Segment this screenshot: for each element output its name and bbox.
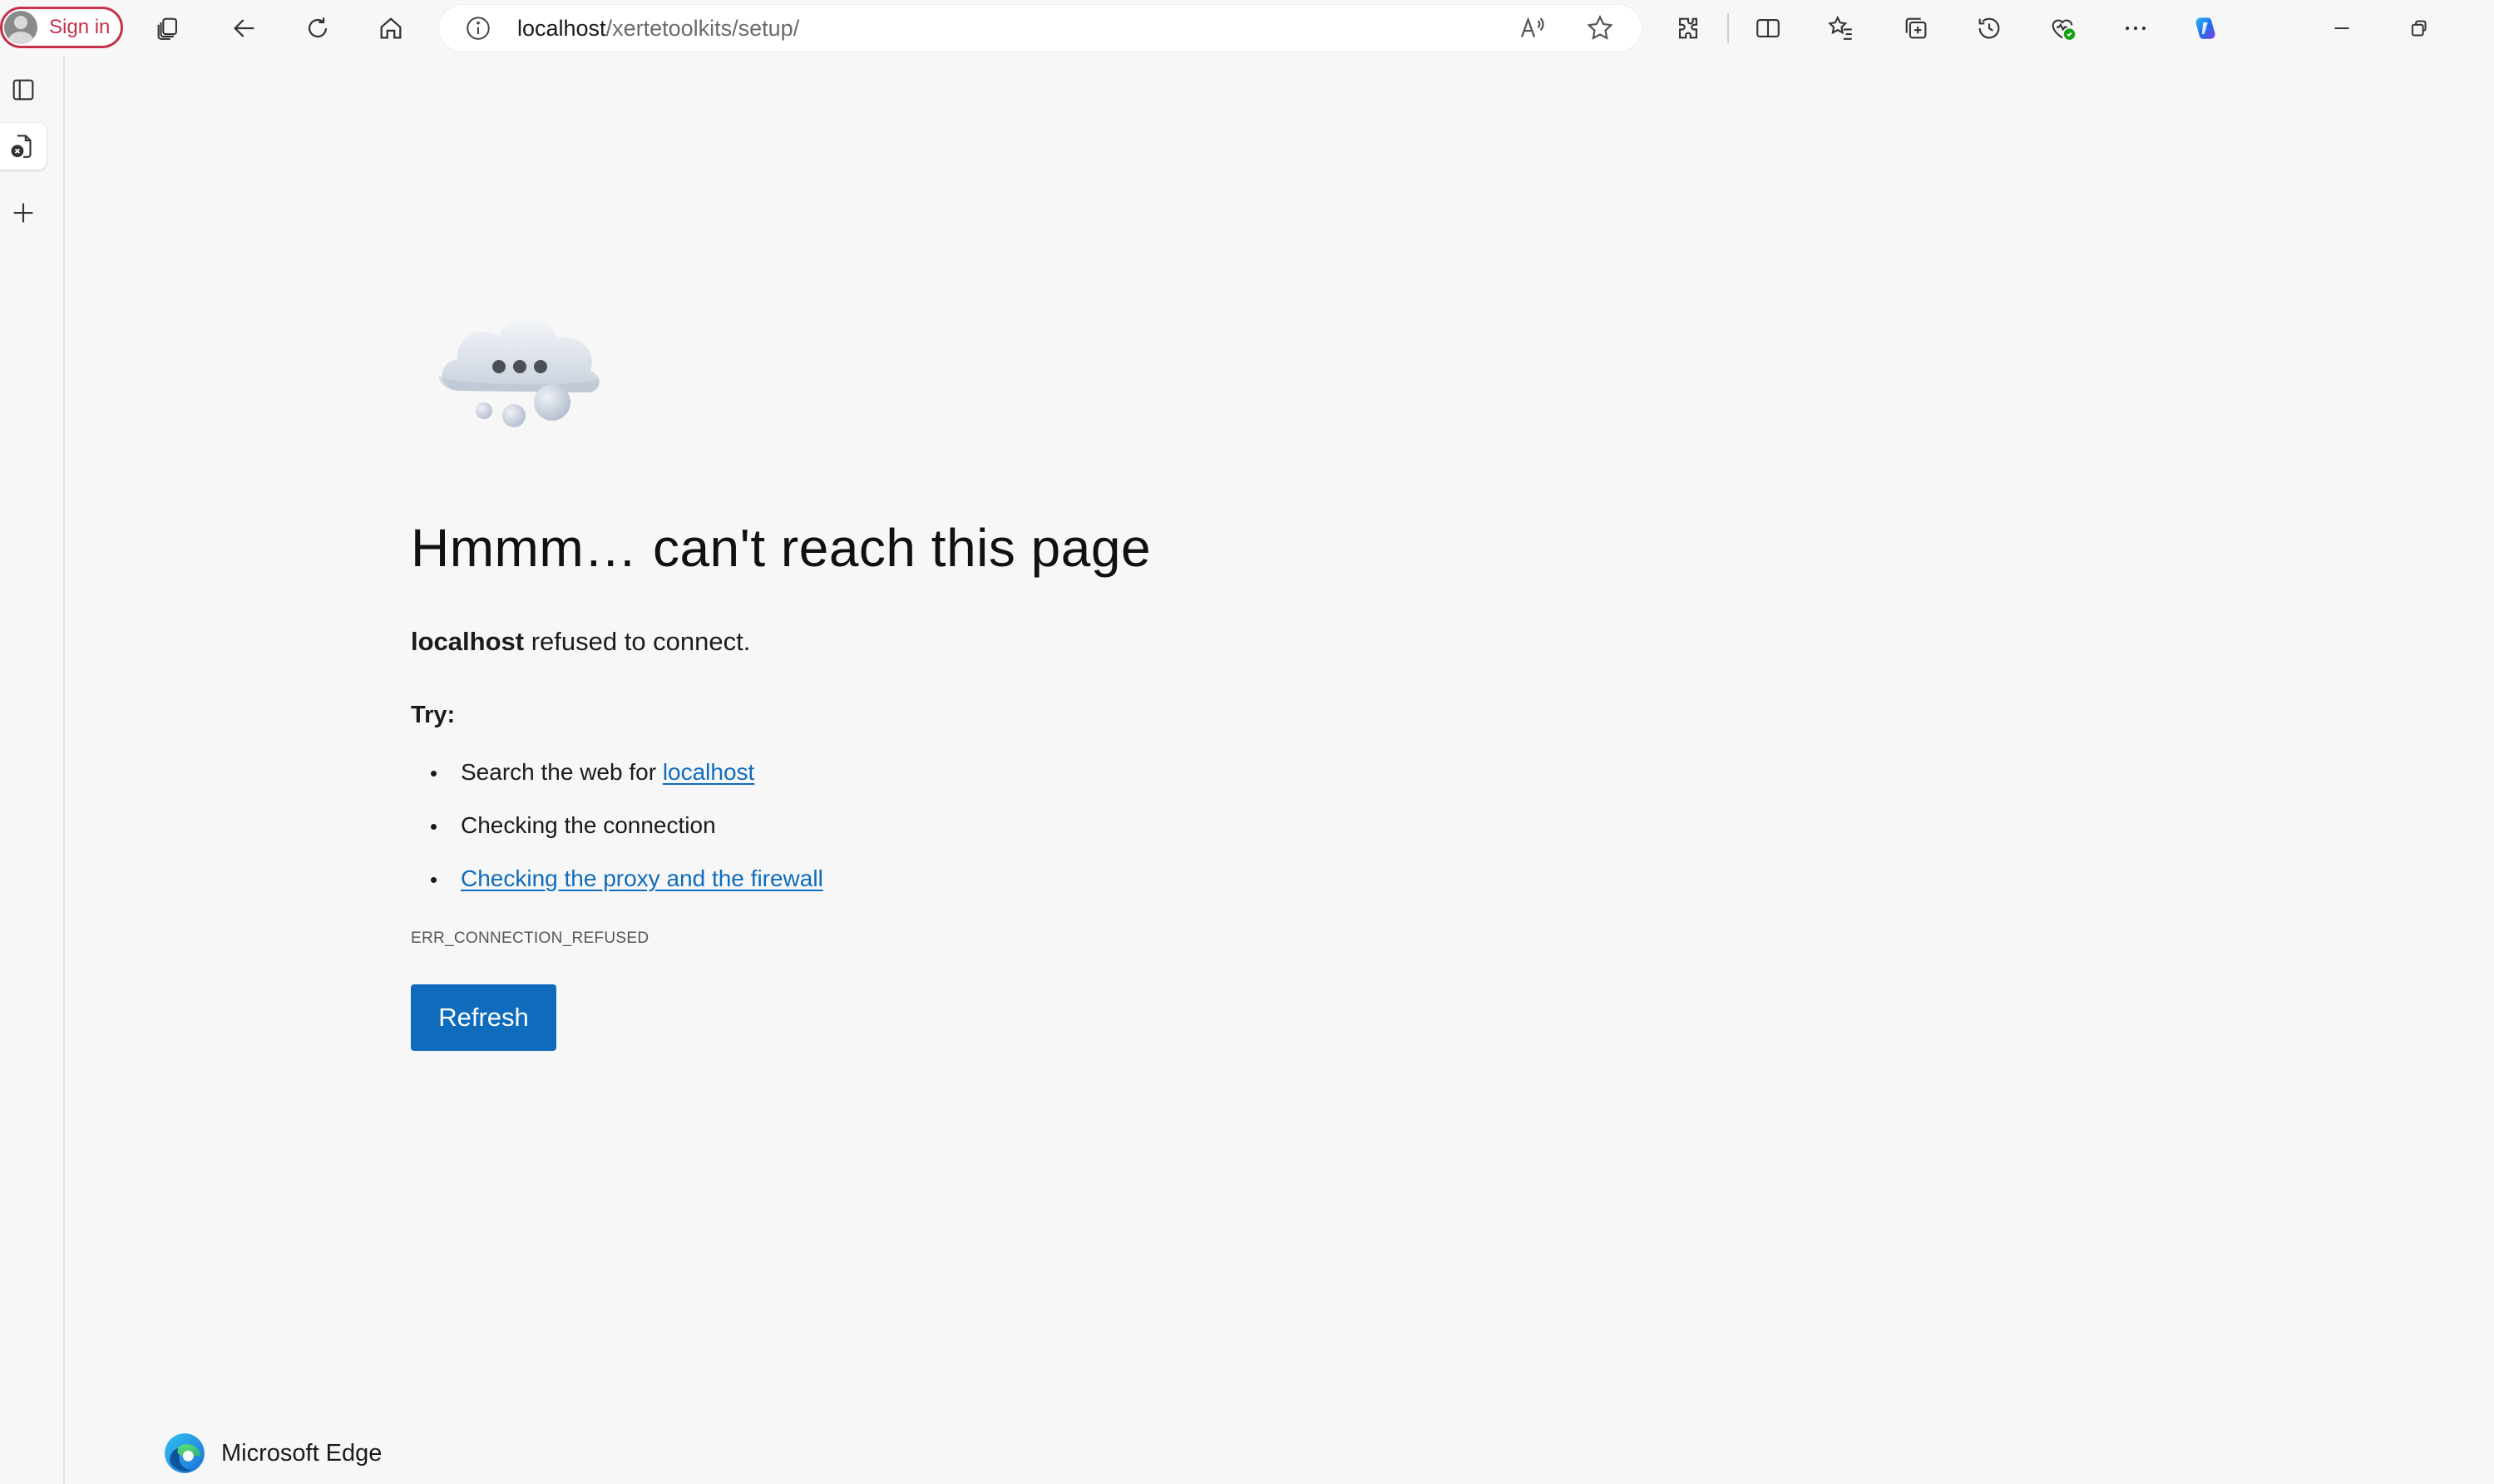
try-label: Try: [411,702,456,728]
workspaces-icon[interactable] [150,10,186,47]
copilot-icon[interactable] [2187,10,2224,47]
split-screen-icon[interactable] [1750,10,1786,47]
error-code: ERR_CONNECTION_REFUSED [411,929,649,947]
vertical-tab-strip [0,57,65,1484]
sign-in-button[interactable]: Sign in [0,7,123,48]
url-text: localhost/xertetoolkits/setup/ [517,16,799,42]
back-icon[interactable] [226,10,263,47]
list-item: Checking the proxy and the firewall [411,858,823,911]
refresh-button[interactable]: Refresh [411,984,556,1051]
edge-logo-icon [165,1433,205,1473]
collections-icon[interactable] [1898,10,1934,47]
extensions-icon[interactable] [1670,10,1706,47]
list-item: Checking the connection [411,805,823,858]
proxy-firewall-link[interactable]: Checking the proxy and the firewall [461,865,823,891]
tips-list: Search the web for localhost Checking th… [411,752,823,911]
url-path: /xertetoolkits/setup/ [605,15,800,41]
tab-actions-icon[interactable] [0,67,47,113]
sign-in-label: Sign in [49,16,111,38]
favorite-star-icon[interactable] [1585,13,1615,43]
tip-text: Checking the connection [461,812,716,838]
avatar [4,11,37,44]
tip-prefix: Search the web for [461,759,663,785]
refused-host: localhost [411,627,525,656]
favorites-icon[interactable] [1823,10,1859,47]
browser-essentials-icon[interactable] [2044,10,2081,47]
refused-suffix: refused to connect. [524,627,751,656]
edge-brand: Microsoft Edge [163,1432,382,1475]
active-tab-error-page-icon[interactable] [0,123,47,170]
read-aloud-icon[interactable] [1517,13,1547,43]
page-title: Hmmm… can't reach this page [411,518,1152,578]
new-tab-plus-icon[interactable] [0,190,47,236]
refused-message: localhost refused to connect. [411,627,750,657]
home-icon[interactable] [373,10,409,47]
toolbar-separator [1727,13,1729,43]
refresh-icon[interactable] [299,10,336,47]
minimize-icon[interactable] [2324,10,2360,47]
search-localhost-link[interactable]: localhost [663,759,755,785]
list-item: Search the web for localhost [411,752,823,805]
info-icon[interactable] [464,14,492,42]
more-icon[interactable] [2117,10,2154,47]
restore-icon[interactable] [2400,10,2437,47]
browser-toolbar: Sign in localhost/xertetoolkits/setup/ [0,0,2494,57]
url-host: localhost [517,15,606,41]
cloud-offline-icon [439,318,600,427]
address-bar[interactable]: localhost/xertetoolkits/setup/ [439,5,1642,52]
history-icon[interactable] [1971,10,2008,47]
brand-name: Microsoft Edge [221,1439,383,1467]
